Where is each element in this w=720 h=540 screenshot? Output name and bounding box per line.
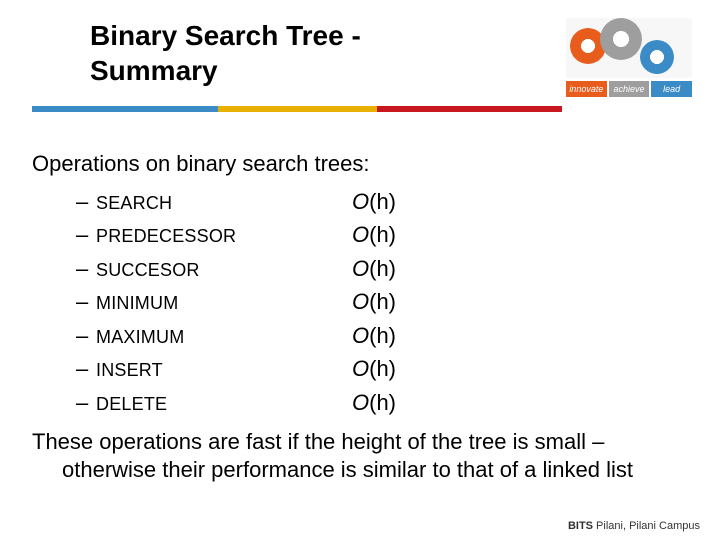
bullet-dash: – xyxy=(76,389,96,417)
operation-name: DELETE xyxy=(96,393,352,416)
operation-complexity: O(h) xyxy=(352,355,396,383)
intro-text: Operations on binary search trees: xyxy=(32,150,692,178)
bullet-dash: – xyxy=(76,188,96,216)
operation-complexity: O(h) xyxy=(352,288,396,316)
footer-credit: BITS Pilani, Pilani Campus xyxy=(568,520,700,532)
operation-row: –SUCCESORO(h) xyxy=(76,255,692,283)
gear-icon xyxy=(640,40,674,74)
operation-row: –DELETEO(h) xyxy=(76,389,692,417)
logo-tag: lead xyxy=(651,81,692,97)
operation-complexity: O(h) xyxy=(352,322,396,350)
operation-name: PREDECESSOR xyxy=(96,225,352,248)
bullet-dash: – xyxy=(76,255,96,283)
operation-name: SEARCH xyxy=(96,192,352,215)
operation-complexity: O(h) xyxy=(352,255,396,283)
operation-name: MAXIMUM xyxy=(96,326,352,349)
logo-tag: achieve xyxy=(609,81,650,97)
operation-list: –SEARCHO(h)–PREDECESSORO(h)–SUCCESORO(h)… xyxy=(76,188,692,417)
operation-complexity: O(h) xyxy=(352,188,396,216)
operation-row: –PREDECESSORO(h) xyxy=(76,221,692,249)
logo-tag: innovate xyxy=(566,81,607,97)
bullet-dash: – xyxy=(76,355,96,383)
operation-name: INSERT xyxy=(96,359,352,382)
title-underline xyxy=(32,106,562,112)
operation-row: –MINIMUMO(h) xyxy=(76,288,692,316)
bullet-dash: – xyxy=(76,322,96,350)
institution-logo: innovate achieve lead xyxy=(566,18,692,97)
closing-text: These operations are fast if the height … xyxy=(32,428,692,483)
gear-icon xyxy=(600,18,642,60)
operation-row: –INSERTO(h) xyxy=(76,355,692,383)
operation-complexity: O(h) xyxy=(352,221,396,249)
gears-graphic xyxy=(566,18,692,78)
operation-row: –MAXIMUMO(h) xyxy=(76,322,692,350)
bullet-dash: – xyxy=(76,288,96,316)
operation-name: SUCCESOR xyxy=(96,259,352,282)
operation-row: –SEARCHO(h) xyxy=(76,188,692,216)
slide-title: Binary Search Tree - Summary xyxy=(90,18,450,88)
operation-name: MINIMUM xyxy=(96,292,352,315)
slide-body: Operations on binary search trees: –SEAR… xyxy=(32,150,692,483)
bullet-dash: – xyxy=(76,221,96,249)
operation-complexity: O(h) xyxy=(352,389,396,417)
